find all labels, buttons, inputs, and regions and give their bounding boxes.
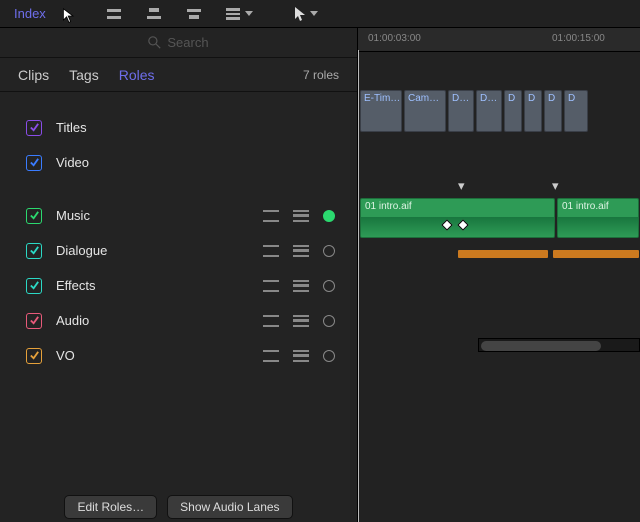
lane-collapse-icon[interactable] [263,350,279,362]
search-icon [148,36,161,49]
role-label: Dialogue [56,243,107,258]
edit-roles-button[interactable]: Edit Roles… [65,496,156,518]
appearance-tool-4-dropdown[interactable] [224,7,253,21]
video-clip[interactable]: D [544,90,562,132]
role-label: VO [56,348,75,363]
focus-button[interactable] [323,350,335,362]
index-footer: Edit Roles… Show Audio Lanes [0,492,357,522]
focus-button[interactable] [323,210,335,222]
audio-clip-label: 01 intro.aif [365,201,412,212]
role-label: Music [56,208,90,223]
timecode-marker: 01:00:15:00 [552,33,605,44]
checkbox-video[interactable] [26,155,42,171]
scrollbar-thumb[interactable] [481,341,601,351]
audio-clip[interactable]: 01 intro.aif [557,198,639,238]
search-placeholder: Search [167,35,208,50]
lane-expand-icon[interactable] [293,280,309,292]
marker-icon[interactable]: ▾ [552,178,559,194]
role-row-music[interactable]: Music [0,198,357,233]
connected-clip-bar[interactable] [553,250,639,258]
video-clip[interactable]: D [524,90,542,132]
tab-tags[interactable]: Tags [69,67,99,83]
video-clip[interactable]: D [504,90,522,132]
time-ruler[interactable]: 01:00:03:00 01:00:15:00 [358,28,640,52]
audio-clip[interactable]: 01 intro.aif [360,198,555,238]
lane-collapse-icon[interactable] [263,315,279,327]
index-toggle-label: Index [14,6,46,21]
appearance-tool-2-icon[interactable] [144,5,164,23]
topbar: Index [0,0,640,28]
show-audio-lanes-button[interactable]: Show Audio Lanes [168,496,291,518]
checkbox-audio[interactable] [26,313,42,329]
video-clips-lane: E-Tim… Cam… D… D… D D D D [360,90,640,134]
horizontal-scrollbar[interactable] [478,338,640,352]
roles-count: 7 roles [303,68,339,82]
checkbox-vo[interactable] [26,348,42,364]
mouse-cursor-icon [62,8,76,24]
checkbox-titles[interactable] [26,120,42,136]
timecode-marker: 01:00:03:00 [368,33,421,44]
roles-list: Titles Video Music Dialogue [0,92,357,373]
role-row-vo[interactable]: VO [0,338,357,373]
lane-collapse-icon[interactable] [263,210,279,222]
lane-expand-icon[interactable] [293,350,309,362]
role-row-effects[interactable]: Effects [0,268,357,303]
checkbox-dialogue[interactable] [26,243,42,259]
marker-icon[interactable]: ▾ [458,178,465,194]
video-clip[interactable]: D [564,90,588,132]
playhead[interactable] [358,50,359,522]
tab-roles[interactable]: Roles [119,67,155,83]
index-panel: Search Clips Tags Roles 7 roles Titles V… [0,28,358,522]
index-tabs: Clips Tags Roles 7 roles [0,58,357,92]
role-row-audio[interactable]: Audio [0,303,357,338]
select-tool-dropdown[interactable] [293,6,318,22]
audio-clip-label: 01 intro.aif [562,201,609,212]
appearance-tool-3-icon[interactable] [184,5,204,23]
focus-button[interactable] [323,315,335,327]
role-row-titles[interactable]: Titles [0,110,357,145]
checkbox-music[interactable] [26,208,42,224]
role-label: Titles [56,120,87,135]
lane-expand-icon[interactable] [293,315,309,327]
video-clip[interactable]: D… [476,90,502,132]
lane-expand-icon[interactable] [293,245,309,257]
focus-button[interactable] [323,245,335,257]
lane-expand-icon[interactable] [293,210,309,222]
chevron-down-icon [310,11,318,16]
timeline[interactable]: 01:00:03:00 01:00:15:00 E-Tim… Cam… D… D… [358,28,640,522]
lane-collapse-icon[interactable] [263,245,279,257]
role-label: Video [56,155,89,170]
lane-collapse-icon[interactable] [263,280,279,292]
focus-button[interactable] [323,280,335,292]
chevron-down-icon [245,11,253,16]
appearance-tool-1-icon[interactable] [104,5,124,23]
connected-clip-bar[interactable] [458,250,548,258]
role-row-video[interactable]: Video [0,145,357,180]
video-clip[interactable]: D… [448,90,474,132]
checkbox-effects[interactable] [26,278,42,294]
index-toggle-button[interactable]: Index [6,4,54,23]
role-label: Audio [56,313,89,328]
video-clip[interactable]: E-Tim… [360,90,402,132]
role-row-dialogue[interactable]: Dialogue [0,233,357,268]
search-field[interactable]: Search [0,28,357,58]
role-label: Effects [56,278,96,293]
audio-lane: 01 intro.aif 01 intro.aif [360,198,640,238]
video-clip[interactable]: Cam… [404,90,446,132]
layout-tool-group [104,5,253,23]
tab-clips[interactable]: Clips [18,67,49,83]
